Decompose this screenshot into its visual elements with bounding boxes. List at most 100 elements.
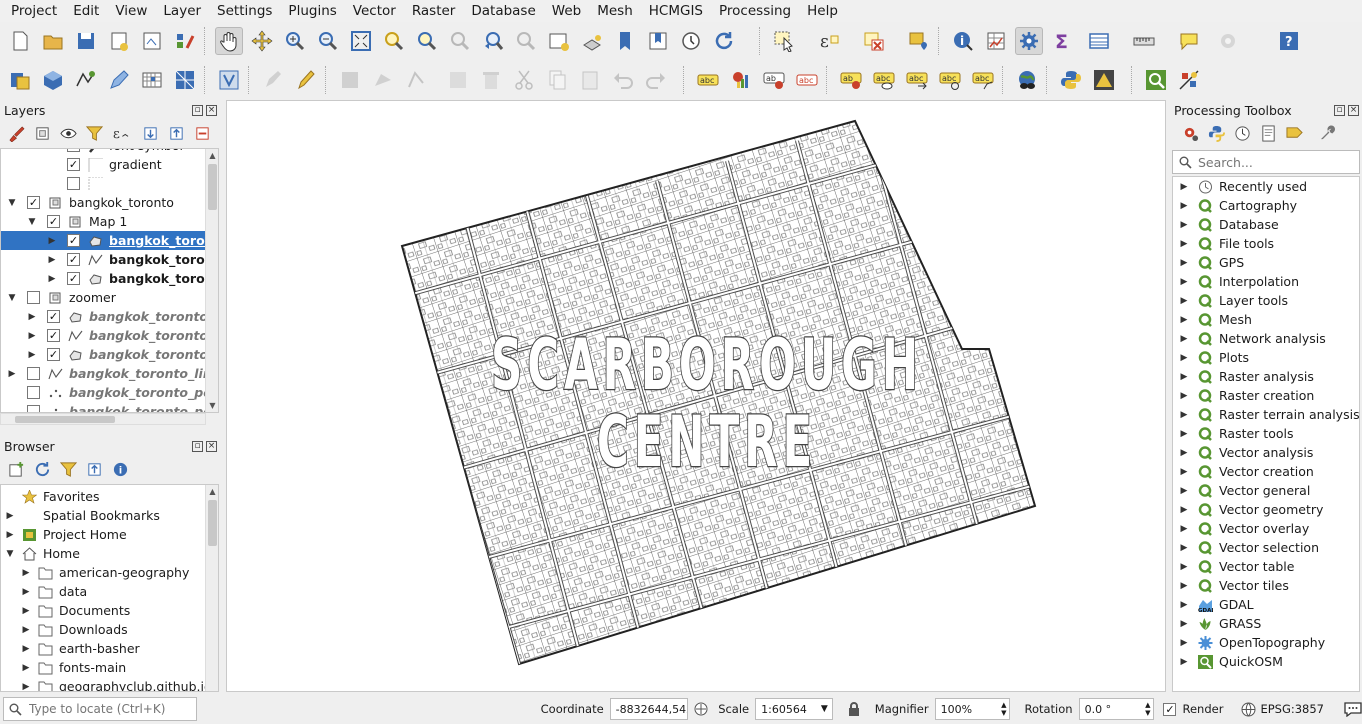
chevron-down-icon[interactable]: ▼ [7, 198, 17, 208]
quickosm-toolbar-icon[interactable] [1142, 66, 1170, 94]
pan-hand-icon[interactable] [215, 27, 243, 55]
layer-tree-row[interactable]: ▶ ✓ bangkok_toronto_pol [1, 307, 218, 326]
menu-settings[interactable]: Settings [209, 0, 280, 22]
temporal-controller-icon[interactable] [677, 27, 705, 55]
layers-scrollbar[interactable]: ▲ ▼ [205, 149, 218, 412]
deselect-all-icon[interactable] [860, 27, 888, 55]
chevron-right-icon[interactable]: ▶ [1179, 277, 1189, 287]
layer-tree-row[interactable] [1, 174, 206, 193]
new-3d-view-icon[interactable] [578, 27, 606, 55]
render-checkbox[interactable]: ✓ [1163, 702, 1177, 716]
chevron-right-icon[interactable]: ▶ [1179, 353, 1189, 363]
globe-plugin-icon[interactable] [1013, 66, 1041, 94]
crs-globe-icon[interactable] [1241, 702, 1256, 717]
menu-help[interactable]: Help [799, 0, 846, 22]
browser-tree-row[interactable]: ▶ Documents [1, 601, 206, 620]
menu-project[interactable]: Project [3, 0, 65, 22]
processing-provider-row[interactable]: ▶ Raster tools [1173, 424, 1359, 443]
processing-provider-row[interactable]: ▶ Raster terrain analysis [1173, 405, 1359, 424]
magnifier-spinbox[interactable]: 100% ▲ ▼ [934, 698, 1011, 720]
map-tips-icon[interactable] [1175, 27, 1203, 55]
save-edits-icon[interactable] [336, 66, 364, 94]
processing-search-input[interactable] [1198, 154, 1358, 170]
open-project-icon[interactable] [39, 27, 67, 55]
chevron-right-icon[interactable]: ▶ [21, 682, 31, 692]
zoom-to-layer-icon[interactable] [413, 27, 441, 55]
layer-visibility-checkbox[interactable]: ✓ [47, 329, 60, 342]
chevron-right-icon[interactable]: ▶ [21, 644, 31, 654]
zoom-next-icon[interactable] [512, 27, 540, 55]
zoom-to-selection-icon[interactable] [380, 27, 408, 55]
layer-tree-row[interactable]: ▶ ✓ bangkok_toronto [1, 269, 218, 288]
chevron-right-icon[interactable]: ▶ [47, 236, 57, 246]
history-clock-icon[interactable] [1232, 123, 1252, 143]
options-wrench-icon[interactable] [1318, 123, 1338, 143]
processing-provider-row[interactable]: ▶ GDAL GDAL [1173, 595, 1359, 614]
vertex-tool-icon[interactable] [402, 66, 430, 94]
label-tool-5-icon[interactable]: abc [969, 66, 997, 94]
select-by-expression-icon[interactable]: ε [815, 27, 843, 55]
browser-tree-row[interactable]: ▶ data [1, 582, 206, 601]
chevron-right-icon[interactable]: ▶ [1179, 581, 1189, 591]
open-table-icon[interactable] [1085, 27, 1113, 55]
new-bookmark-icon[interactable] [611, 27, 639, 55]
layer-visibility-checkbox[interactable] [27, 386, 40, 399]
lock-icon[interactable] [847, 701, 861, 717]
processing-provider-row[interactable]: ▶ Vector geometry [1173, 500, 1359, 519]
chevron-right-icon[interactable]: ▶ [21, 663, 31, 673]
zoom-in-icon[interactable] [281, 27, 309, 55]
chevron-right-icon[interactable]: ▶ [5, 530, 15, 540]
redo-icon[interactable] [642, 66, 670, 94]
attribute-table-icon[interactable] [982, 27, 1010, 55]
chevron-right-icon[interactable]: ▶ [21, 625, 31, 635]
browser-tree-row[interactable]: ▶ american-geography [1, 563, 206, 582]
zoom-full-icon[interactable] [347, 27, 375, 55]
scripts-python-icon[interactable] [1206, 123, 1226, 143]
layer-visibility-checkbox[interactable]: ✓ [47, 310, 60, 323]
layer-visibility-checkbox[interactable] [27, 367, 40, 380]
rotation-spinbox[interactable]: 0.0 ° ▲ ▼ [1078, 698, 1155, 720]
coordinate-field[interactable]: -8832644,5429774 [609, 698, 689, 720]
processing-provider-row[interactable]: ▶ Vector table [1173, 557, 1359, 576]
pan-to-selection-icon[interactable] [248, 27, 276, 55]
modify-attributes-icon[interactable] [444, 66, 472, 94]
toolbox-gear-icon[interactable] [1015, 27, 1043, 55]
layers-hscrollbar[interactable] [0, 413, 206, 425]
show-bookmarks-icon[interactable] [644, 27, 672, 55]
processing-provider-row[interactable]: ▶ Vector tiles [1173, 576, 1359, 595]
chevron-right-icon[interactable]: ▶ [1179, 524, 1189, 534]
pin-labels-icon[interactable]: ab [760, 66, 788, 94]
current-edits-icon[interactable] [259, 66, 287, 94]
processing-provider-row[interactable]: ▶ Vector analysis [1173, 443, 1359, 462]
processing-provider-row[interactable]: ▶ Vector selection [1173, 538, 1359, 557]
chevron-right-icon[interactable]: ▶ [1179, 657, 1189, 667]
select-features-icon[interactable] [770, 27, 798, 55]
save-project-icon[interactable] [72, 27, 100, 55]
processing-provider-row[interactable]: ▶ QuickOSM [1173, 652, 1359, 671]
locator-bar[interactable] [3, 697, 197, 721]
layer-tree-row[interactable]: ✓ gradient [1, 155, 206, 174]
layer-visibility-checkbox[interactable]: ✓ [47, 348, 60, 361]
browser-tree-row[interactable]: Favorites [1, 487, 206, 506]
processing-provider-row[interactable]: ▶ GRASS [1173, 614, 1359, 633]
layer-tree-row[interactable]: ▶ bangkok_toronto_lines_a [1, 364, 218, 383]
chevron-down-icon[interactable]: ▼ [27, 217, 37, 227]
zoom-native-icon[interactable] [446, 27, 474, 55]
close-panel-icon[interactable]: × [1348, 104, 1359, 116]
processing-provider-row[interactable]: ▶ File tools [1173, 234, 1359, 253]
menu-web[interactable]: Web [544, 0, 589, 22]
layer-visibility-checkbox[interactable] [67, 177, 80, 190]
label-abc-icon[interactable]: abc [694, 66, 722, 94]
plugin-gear-icon[interactable] [1214, 27, 1242, 55]
models-gear-icon[interactable] [1180, 123, 1200, 143]
processing-provider-row[interactable]: ▶ Mesh [1173, 310, 1359, 329]
layer-tree-row[interactable]: ▶ ✓ bangkok_toronto_pol [1, 345, 218, 364]
chevron-right-icon[interactable]: ▶ [5, 511, 15, 521]
new-map-view-icon[interactable] [545, 27, 573, 55]
filter-funnel-icon[interactable] [58, 459, 78, 479]
processing-provider-row[interactable]: ▶ Vector creation [1173, 462, 1359, 481]
chevron-right-icon[interactable]: ▶ [21, 568, 31, 578]
refresh-icon[interactable] [32, 459, 52, 479]
show-hide-labels-icon[interactable]: abc [793, 66, 821, 94]
copy-features-icon[interactable] [543, 66, 571, 94]
